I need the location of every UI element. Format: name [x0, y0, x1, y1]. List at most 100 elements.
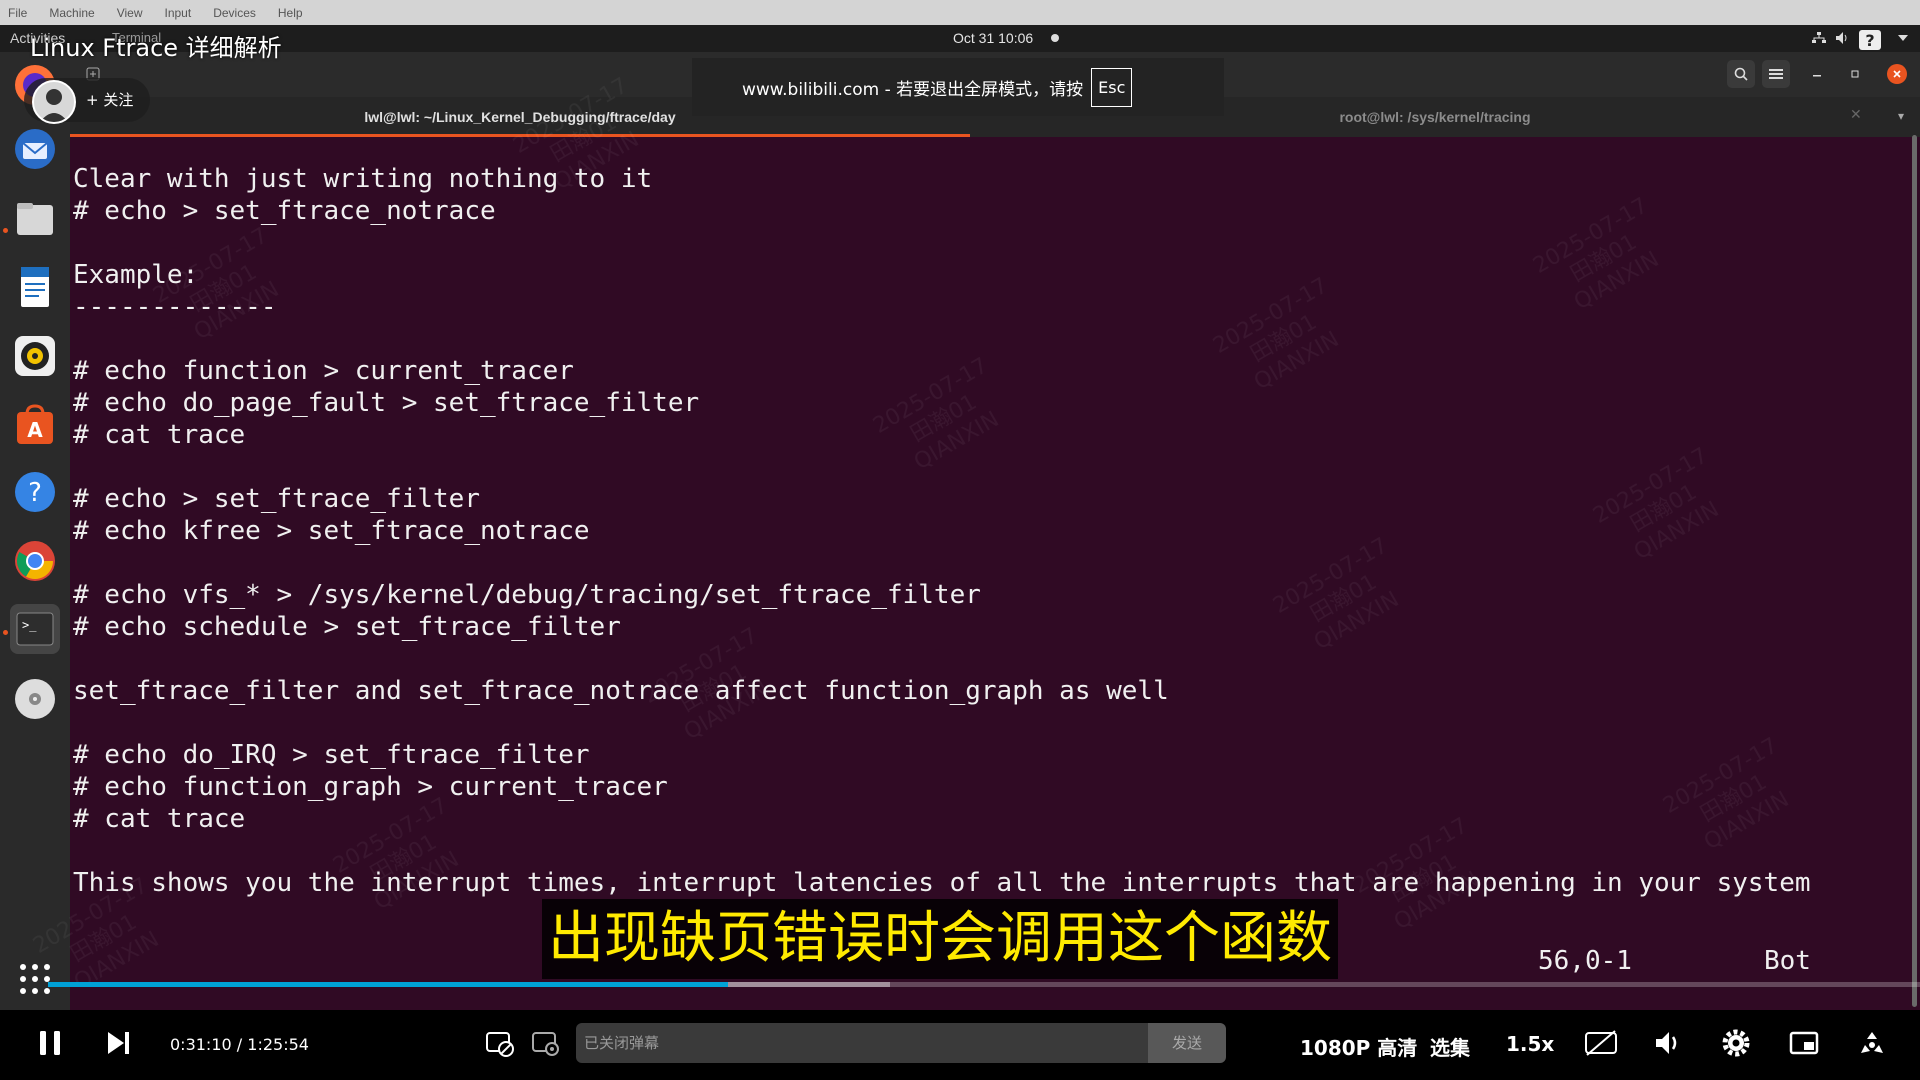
pause-button[interactable]	[34, 1027, 66, 1059]
files-folder-icon	[17, 203, 53, 235]
video-title: Linux Ftrace 详细解析	[30, 34, 282, 62]
close-icon	[1893, 70, 1901, 78]
terminal-text: Clear with just writing nothing to it # e…	[73, 163, 1811, 899]
danmaku-toggle-button[interactable]	[484, 1027, 516, 1059]
close-button[interactable]	[1887, 64, 1907, 84]
dock-help[interactable]: ?	[10, 467, 60, 517]
picture-in-picture-button[interactable]	[1788, 1027, 1820, 1059]
dock-optical-drive[interactable]	[10, 674, 60, 724]
power-icon[interactable]	[1896, 32, 1910, 44]
chrome-icon	[15, 541, 55, 581]
dock-thunderbird[interactable]	[10, 124, 60, 174]
fullscreen-exit-button[interactable]	[1856, 1027, 1888, 1059]
quality-selector[interactable]: 1080P 高清	[1300, 1032, 1417, 1061]
volume-button[interactable]	[1652, 1027, 1684, 1059]
fullscreen-exit-icon	[1861, 1032, 1883, 1053]
episodes-button[interactable]: 选集	[1430, 1032, 1470, 1061]
terminal-line: # cat trace	[73, 804, 246, 834]
danmaku-off-icon	[486, 1032, 514, 1057]
gnome-topbar: Activities Terminal Oct 31 10:06	[0, 25, 1920, 52]
vm-menu-machine[interactable]: Machine	[49, 6, 94, 20]
video-progress-bar[interactable]	[48, 982, 1920, 987]
terminal-line: # echo function > current_tracer	[73, 356, 574, 386]
follow-label: + 关注	[86, 91, 134, 109]
show-applications-icon[interactable]	[18, 962, 52, 996]
running-indicator	[3, 228, 8, 233]
playback-speed-button[interactable]: 1.5x	[1506, 1032, 1554, 1056]
vm-menu-input[interactable]: Input	[165, 6, 192, 20]
minimize-button[interactable]	[1807, 64, 1827, 84]
player-control-bar: 0:31:10 / 1:25:54 已关闭弹幕 发送 1080P 高清 选集 1…	[0, 1010, 1920, 1080]
subtitle-toggle-button[interactable]	[1583, 1027, 1617, 1059]
current-time: 0:31:10	[170, 1035, 232, 1054]
vm-menu-help[interactable]: Help	[278, 6, 303, 20]
terminal-body[interactable]: Clear with just writing nothing to it # e…	[70, 137, 1920, 1010]
danmaku-settings-button[interactable]	[530, 1027, 562, 1059]
rhythmbox-icon	[15, 336, 55, 376]
help-question-icon[interactable]: ?	[1858, 29, 1882, 51]
danmaku-input[interactable]: 已关闭弹幕	[576, 1023, 1148, 1063]
running-indicator	[3, 630, 8, 635]
next-button[interactable]	[102, 1027, 134, 1059]
dock-rhythmbox[interactable]	[10, 331, 60, 381]
danmaku-settings-icon	[532, 1032, 559, 1056]
terminal-line: # echo function_graph > current_tracer	[73, 772, 668, 802]
vm-menu-devices[interactable]: Devices	[213, 6, 256, 20]
terminal-line: Example:	[73, 260, 199, 290]
settings-button[interactable]	[1720, 1027, 1752, 1059]
tab-list-dropdown-icon[interactable]: ▾	[1898, 109, 1904, 123]
fullscreen-exit-toast: www.bilibili.com - 若要退出全屏模式，请按 Esc	[692, 58, 1224, 116]
network-icon[interactable]	[1812, 32, 1826, 44]
terminal-line: # cat trace	[73, 420, 246, 450]
pause-icon	[40, 1031, 60, 1055]
vm-menu-file[interactable]: File	[8, 6, 27, 20]
help-icon: ?	[15, 472, 55, 512]
terminal-line: # echo schedule > set_ftrace_filter	[73, 612, 621, 642]
search-icon	[1734, 67, 1748, 81]
vim-cursor-position: 56,0-1	[1538, 946, 1632, 976]
send-danmaku-button[interactable]: 发送	[1148, 1023, 1226, 1063]
terminal-line: # echo > set_ftrace_filter	[73, 484, 480, 514]
dock-chrome[interactable]	[10, 536, 60, 586]
esc-key-hint: Esc	[1091, 67, 1133, 107]
maximize-button[interactable]	[1845, 64, 1865, 84]
uploader-avatar[interactable]	[32, 80, 76, 124]
thunderbird-icon	[15, 129, 55, 169]
vm-menubar: File Machine View Input Devices Help	[0, 0, 1920, 25]
subtitle-off-icon	[1585, 1030, 1617, 1056]
video-subtitle: 出现缺页错误时会调用这个函数	[542, 899, 1338, 979]
terminal-line: set_ftrace_filter and set_ftrace_notrace…	[73, 676, 1169, 706]
skip-next-icon	[108, 1032, 129, 1054]
terminal-window: lwl@lwl: ~/Linux_Kernel_Debugging/ftrace…	[70, 52, 1920, 1010]
hamburger-menu-button[interactable]	[1762, 60, 1790, 88]
dock-terminal[interactable]: >_	[10, 604, 60, 654]
vim-scroll-indicator: Bot	[1764, 946, 1811, 976]
svg-text:A: A	[27, 418, 43, 442]
search-button[interactable]	[1727, 60, 1755, 88]
minimize-icon	[1813, 75, 1821, 77]
tab-close-icon[interactable]: ✕	[1850, 107, 1862, 123]
cd-drive-icon	[15, 679, 55, 719]
clock[interactable]: Oct 31 10:06	[953, 30, 1033, 46]
time-separator: /	[236, 1035, 243, 1054]
ubuntu-software-icon: A	[17, 404, 53, 444]
dock-software[interactable]: A	[10, 399, 60, 449]
terminal-line: # echo do_IRQ > set_ftrace_filter	[73, 740, 590, 770]
terminal-scrollbar[interactable]	[1912, 135, 1917, 1007]
volume-icon[interactable]	[1836, 32, 1850, 44]
svg-text:?: ?	[1865, 31, 1874, 50]
dock-writer[interactable]	[10, 262, 60, 312]
dock-files[interactable]	[10, 194, 60, 244]
terminal-line: # echo > set_ftrace_notrace	[73, 196, 496, 226]
hamburger-icon	[1769, 69, 1783, 79]
vm-menu-view[interactable]: View	[117, 6, 143, 20]
gear-icon	[1722, 1029, 1750, 1057]
send-label: 发送	[1171, 1034, 1202, 1052]
tab-label: lwl@lwl: ~/Linux_Kernel_Debugging/ftrace…	[364, 109, 676, 125]
duration: 1:25:54	[247, 1035, 309, 1054]
